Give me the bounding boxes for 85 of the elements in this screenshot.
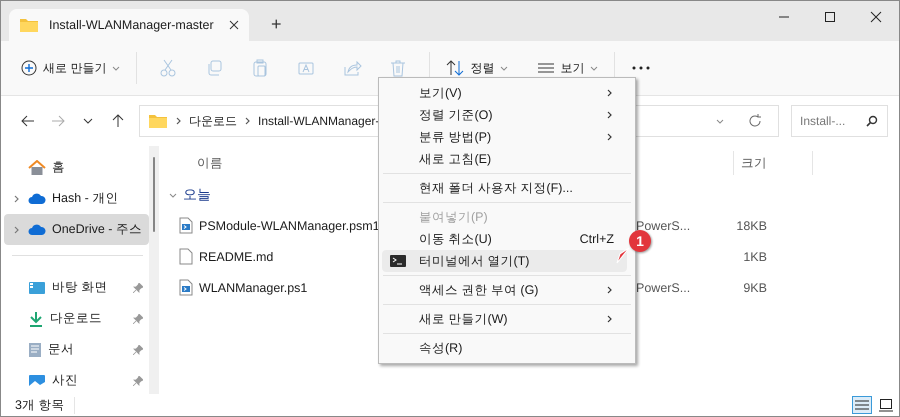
menu-item[interactable]: 새로 만들기(W) xyxy=(382,308,627,330)
sidebar-item[interactable]: 문서 xyxy=(4,334,149,365)
chevron-right-icon xyxy=(176,117,181,125)
pin-icon xyxy=(133,344,143,354)
chevron-right-icon xyxy=(607,89,612,97)
more-icon[interactable] xyxy=(631,65,652,71)
sort-button[interactable]: 정렬 xyxy=(438,56,516,80)
chevron-down-icon[interactable] xyxy=(83,118,93,124)
menu-item[interactable]: 액세스 권한 부여 (G) xyxy=(382,279,627,301)
sidebar-item[interactable]: 사진 xyxy=(4,365,149,394)
details-view-button[interactable] xyxy=(852,396,872,414)
sort-icon xyxy=(446,60,464,76)
chevron-right-icon xyxy=(245,117,250,125)
group-header[interactable]: 오늘 xyxy=(167,180,211,210)
chevron-down-icon xyxy=(112,66,120,70)
menu-item[interactable]: 터미널에서 열기(T) xyxy=(382,250,627,272)
menu-item[interactable]: 정렬 기준(O) xyxy=(382,104,627,126)
refresh-icon[interactable] xyxy=(748,114,762,128)
sidebar-item[interactable]: 다운로드 xyxy=(4,303,149,334)
menu-item[interactable]: 이동 취소(U) Ctrl+Z xyxy=(382,228,627,250)
file-size: 9KB xyxy=(742,280,767,294)
new-button[interactable]: 새로 만들기 xyxy=(13,56,128,80)
folder-icon xyxy=(148,113,168,129)
chevron-right-icon xyxy=(607,133,612,141)
view-button[interactable]: 보기 xyxy=(530,56,606,80)
script-file-icon xyxy=(179,279,193,296)
file-icon xyxy=(179,248,193,265)
menu-item[interactable]: 새로 고침(E) xyxy=(382,148,627,170)
explorer-tab[interactable]: Install-WLANManager-master xyxy=(9,9,249,41)
terminal-icon xyxy=(390,255,406,267)
scrollbar-thumb[interactable] xyxy=(153,157,155,232)
add-icon xyxy=(21,60,37,76)
close-icon[interactable] xyxy=(229,20,239,30)
tiles-view-button[interactable] xyxy=(876,396,896,414)
chevron-down-icon xyxy=(169,192,177,198)
cloud-icon xyxy=(28,224,46,236)
file-name[interactable]: WLANManager.ps1 xyxy=(199,280,308,294)
sidebar-item[interactable]: 홈 xyxy=(4,152,149,183)
pictures-icon xyxy=(28,374,46,388)
desktop-icon xyxy=(28,280,46,294)
pin-icon xyxy=(133,376,143,386)
annotation-arrow-icon xyxy=(615,247,631,265)
list-icon xyxy=(538,62,554,74)
file-name[interactable]: README.md xyxy=(199,250,274,264)
script-file-icon xyxy=(179,217,193,234)
menu-item[interactable]: 현재 폴더 사용자 지정(F)... xyxy=(382,177,627,199)
chevron-down-icon xyxy=(500,66,508,70)
file-size: 1KB xyxy=(742,250,767,264)
menu-item[interactable]: 보기(V) xyxy=(382,82,627,104)
pin-icon xyxy=(133,314,143,324)
chevron-down-icon xyxy=(590,66,598,70)
document-icon xyxy=(28,342,42,358)
new-tab-button[interactable]: + xyxy=(267,14,286,35)
up-icon[interactable] xyxy=(112,114,124,128)
back-icon[interactable] xyxy=(21,115,35,127)
file-type: PowerS... xyxy=(636,280,690,294)
chevron-right-icon xyxy=(607,286,612,294)
search-icon xyxy=(866,115,878,127)
forward-icon[interactable] xyxy=(51,115,65,127)
sidebar-item[interactable]: 바탕 화면 xyxy=(4,272,149,303)
sidebar-item[interactable]: OneDrive - 주스 xyxy=(4,214,149,245)
menu-item[interactable]: 분류 방법(P) xyxy=(382,126,627,148)
breadcrumb[interactable]: 다운로드 xyxy=(189,112,237,130)
shortcut-label: Ctrl+Z xyxy=(580,232,614,246)
file-name[interactable]: PSModule-WLANManager.psm1 xyxy=(199,218,380,232)
chevron-right-icon xyxy=(14,194,19,202)
chevron-right-icon xyxy=(14,226,19,234)
details-icon xyxy=(855,400,869,410)
pin-icon xyxy=(133,282,143,292)
breadcrumb[interactable]: Install-WLANManager- xyxy=(258,114,380,128)
sidebar-item[interactable]: Hash - 개인 xyxy=(4,183,149,214)
cloud-icon xyxy=(28,192,46,204)
column-header[interactable]: 크기 xyxy=(733,151,813,175)
item-count: 3개 항목 xyxy=(15,396,76,414)
chevron-right-icon xyxy=(607,315,612,323)
chevron-right-icon xyxy=(607,111,612,119)
tiles-icon xyxy=(879,398,893,412)
file-size: 18KB xyxy=(735,218,767,232)
home-icon xyxy=(28,160,46,176)
search-field[interactable]: Install-... xyxy=(791,105,888,137)
file-type: PowerS... xyxy=(636,218,690,232)
download-icon xyxy=(28,310,44,326)
folder-icon xyxy=(19,17,39,33)
menu-item[interactable]: 속성(R) xyxy=(382,337,627,359)
chevron-down-icon xyxy=(716,118,724,124)
